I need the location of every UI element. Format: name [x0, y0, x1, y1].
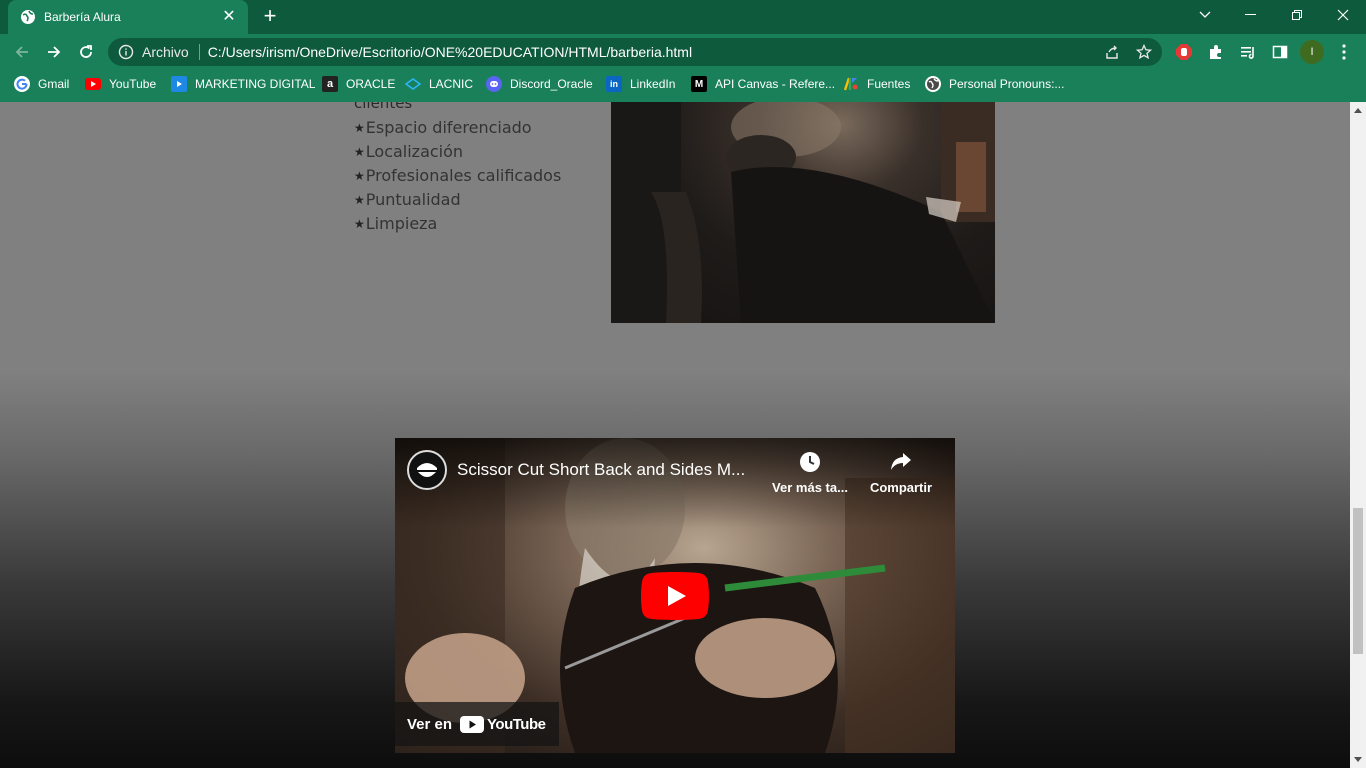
bookmark-oracle[interactable]: a ORACLE [322, 75, 395, 93]
forward-arrow-icon[interactable] [40, 38, 68, 66]
menu-kebab-icon[interactable] [1334, 42, 1354, 62]
linkedin-icon: in [606, 76, 622, 92]
bookmark-label: Personal Pronouns:... [949, 77, 1065, 91]
play-icon [171, 76, 187, 92]
url-text[interactable]: C:/Users/irism/OneDrive/Escritorio/ONE%2… [208, 44, 692, 60]
feature-text: Localización [365, 142, 464, 161]
info-icon[interactable] [118, 44, 134, 60]
share-arrow-icon [889, 450, 913, 474]
scroll-up-arrow-icon[interactable] [1354, 106, 1362, 114]
title-bar: Barbería Alura ✕ + [0, 0, 1366, 34]
bookmark-label: LinkedIn [630, 77, 676, 91]
play-button[interactable] [641, 572, 709, 620]
address-separator [198, 44, 200, 60]
bookmark-marketing-digital[interactable]: MARKETING DIGITAL [171, 75, 315, 93]
bookmark-label: Gmail [38, 77, 70, 91]
bookmark-label: Fuentes [867, 77, 911, 91]
bookmark-label: MARKETING DIGITAL [195, 77, 316, 91]
feature-text: Profesionales calificados [365, 166, 562, 185]
feature-text: Puntualidad [365, 190, 461, 209]
new-tab-button[interactable]: + [258, 5, 282, 28]
reload-icon[interactable] [72, 38, 100, 66]
mdn-icon: M [691, 76, 707, 92]
bookmark-label: YouTube [109, 77, 157, 91]
bookmark-lacnic[interactable]: LACNIC [405, 75, 473, 93]
tab-search-chevron-icon[interactable] [1182, 0, 1228, 30]
watch-on-label: Ver en [407, 715, 453, 733]
watch-later-button[interactable]: Ver más ta... [765, 450, 855, 495]
back-arrow-icon[interactable] [8, 38, 36, 66]
bookmark-personal-pronouns[interactable]: Personal Pronouns:... [925, 75, 1064, 93]
bookmark-label: API Canvas - Refere... [715, 77, 836, 91]
list-item: ★ Puntualidad [354, 188, 561, 212]
channel-avatar[interactable] [407, 450, 447, 490]
share-icon[interactable] [1102, 43, 1122, 61]
barber-photo [611, 102, 995, 323]
profile-avatar[interactable]: I [1300, 40, 1324, 64]
page-viewport: clientes ★ Espacio diferenciado ★ Localiza… [0, 102, 1350, 768]
star-icon: ★ [354, 217, 365, 231]
google-icon [14, 76, 30, 92]
media-queue-icon[interactable] [1238, 42, 1258, 62]
bookmarks-bar: Gmail YouTube MARKETING DIGITAL a ORACLE… [0, 70, 1366, 98]
bookmark-youtube[interactable]: YouTube [85, 75, 156, 93]
bookmark-star-icon[interactable] [1134, 43, 1154, 61]
bookmark-api-canvas[interactable]: M API Canvas - Refere... [691, 75, 835, 93]
globe-icon [20, 9, 36, 25]
lacnic-icon [405, 76, 421, 92]
browser-toolbar: Archivo C:/Users/irism/OneDrive/Escritor… [0, 34, 1366, 70]
feature-text: Limpieza [365, 214, 438, 233]
star-icon: ★ [354, 145, 365, 159]
feature-text: Espacio diferenciado [365, 118, 532, 137]
bookmark-linkedin[interactable]: in LinkedIn [606, 75, 675, 93]
bookmark-label: ORACLE [346, 77, 396, 91]
list-item: ★ Limpieza [354, 212, 561, 236]
page-scrollbar[interactable] [1350, 102, 1366, 768]
close-window-button[interactable] [1320, 0, 1366, 30]
bookmark-fuentes[interactable]: Fuentes [843, 75, 910, 93]
bookmark-label: Discord_Oracle [510, 77, 593, 91]
list-item: ★ Espacio diferenciado [354, 116, 561, 140]
scroll-down-arrow-icon[interactable] [1354, 756, 1362, 764]
list-heading-fragment: clientes [354, 102, 413, 112]
youtube-embed[interactable]: Scissor Cut Short Back and Sides M... Ve… [395, 438, 955, 753]
address-scheme-label: Archivo [142, 44, 189, 60]
google-fonts-icon [843, 76, 859, 92]
star-icon: ★ [354, 169, 365, 183]
active-tab[interactable]: Barbería Alura ✕ [8, 0, 248, 34]
scrollbar-thumb[interactable] [1353, 508, 1363, 654]
minimize-button[interactable] [1228, 0, 1274, 30]
clock-icon [798, 450, 822, 474]
restore-button[interactable] [1274, 0, 1320, 30]
star-icon: ★ [354, 193, 365, 207]
watch-on-youtube-button[interactable]: Ver en YouTube [395, 702, 560, 746]
youtube-logo: YouTube [460, 715, 546, 733]
share-button[interactable]: Compartir [856, 450, 946, 495]
bookmark-label: LACNIC [429, 77, 474, 91]
adblock-extension-icon[interactable] [1174, 42, 1194, 62]
close-tab-icon[interactable]: ✕ [220, 8, 238, 26]
bookmark-gmail[interactable]: Gmail [14, 75, 69, 93]
youtube-wordmark: YouTube [487, 715, 546, 733]
star-icon: ★ [354, 121, 365, 135]
tab-title: Barbería Alura [44, 10, 121, 24]
discord-icon [486, 76, 502, 92]
extensions-puzzle-icon[interactable] [1206, 42, 1226, 62]
side-panel-icon[interactable] [1270, 42, 1290, 62]
video-title[interactable]: Scissor Cut Short Back and Sides M... [457, 460, 757, 480]
features-list: ★ Espacio diferenciado ★ Localización ★ Pro… [354, 116, 561, 236]
oracle-a-icon: a [322, 76, 338, 92]
watch-later-label: Ver más ta... [772, 480, 848, 495]
list-item: ★ Profesionales calificados [354, 164, 561, 188]
share-label: Compartir [869, 480, 933, 495]
globe-icon [925, 76, 941, 92]
youtube-icon [85, 78, 101, 90]
list-item: ★ Localización [354, 140, 561, 164]
bookmark-discord-oracle[interactable]: Discord_Oracle [486, 75, 593, 93]
address-bar[interactable]: Archivo C:/Users/irism/OneDrive/Escritor… [108, 38, 1162, 66]
